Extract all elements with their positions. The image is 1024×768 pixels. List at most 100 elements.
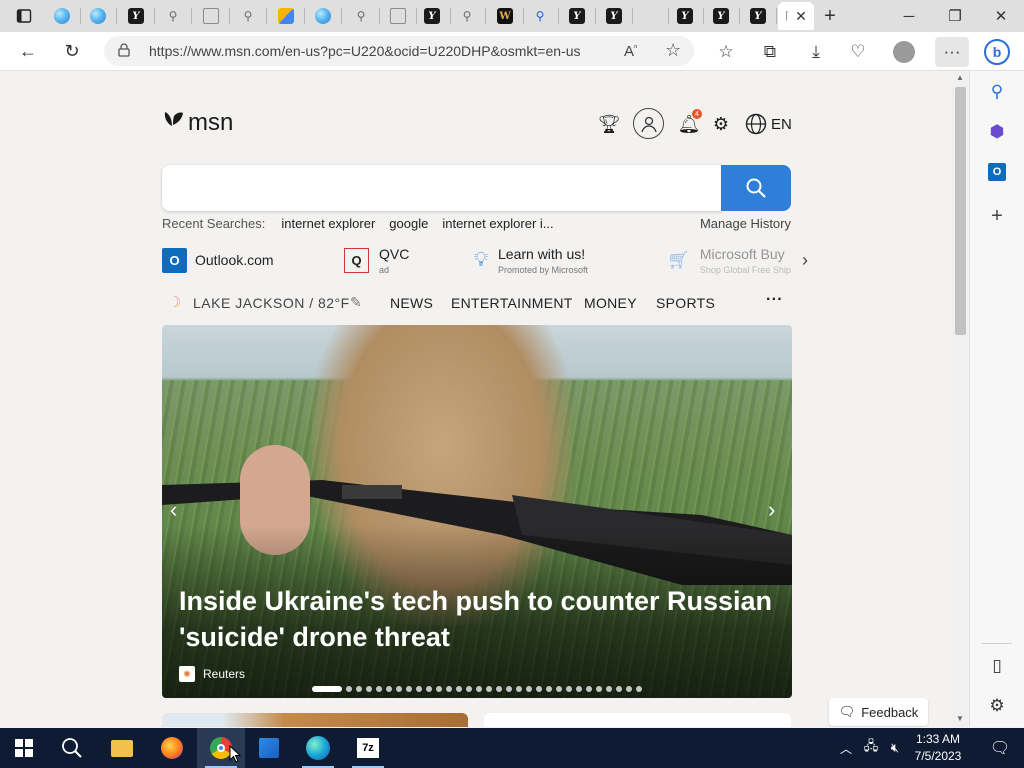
browser-tab[interactable] [268, 2, 304, 30]
sidebar-split-button[interactable]: ▯ [984, 653, 1010, 679]
browser-tab[interactable]: ⚲ [449, 2, 485, 30]
msn-logo[interactable]: msn [162, 109, 233, 137]
browser-tab[interactable]: Y [740, 2, 776, 30]
taskbar-search-button[interactable] [48, 728, 96, 768]
scroll-down-icon[interactable]: ▼ [956, 714, 964, 723]
news-card[interactable] [162, 713, 468, 727]
carousel-dot[interactable] [416, 686, 422, 692]
sidebar-settings-button[interactable]: ⚙ [984, 693, 1010, 719]
minimize-button[interactable]: ─ [886, 0, 932, 32]
page-scrollbar[interactable]: ▲ ▼ [952, 71, 969, 727]
browser-tab[interactable] [80, 2, 116, 30]
scroll-up-icon[interactable]: ▲ [956, 73, 964, 82]
collections-button[interactable]: ⧉ [755, 37, 785, 67]
recent-search-item[interactable]: internet explorer [281, 216, 375, 231]
back-button[interactable]: ← [12, 36, 44, 66]
browser-tab[interactable]: ⚲ [155, 2, 191, 30]
firefox-button[interactable] [148, 728, 196, 768]
carousel-dot[interactable] [496, 686, 502, 692]
recent-search-item[interactable]: internet explorer i... [442, 216, 553, 231]
carousel-dot[interactable] [586, 686, 592, 692]
carousel-dot[interactable] [606, 686, 612, 692]
favorites-button[interactable]: ☆ [711, 37, 741, 67]
carousel-dot[interactable] [366, 686, 372, 692]
settings-and-more-button[interactable]: ··· [935, 37, 969, 67]
sidebar-office-button[interactable]: ⬢ [984, 119, 1010, 145]
store-button[interactable] [245, 728, 293, 768]
quick-link-qvc[interactable]: Q QVC ad [344, 243, 409, 277]
carousel-dot[interactable] [376, 686, 382, 692]
weather-location[interactable]: LAKE JACKSON / 82°F [193, 295, 350, 311]
carousel-dot[interactable] [566, 686, 572, 692]
carousel-dot[interactable] [576, 686, 582, 692]
quick-link-outlook[interactable]: O Outlook.com [162, 243, 274, 277]
browser-tab[interactable]: ⚲ [522, 2, 558, 30]
hero-headline[interactable]: Inside Ukraine's tech push to counter Ru… [179, 583, 779, 655]
rewards-button[interactable]: 🏆︎ [596, 111, 622, 137]
browser-essentials-button[interactable]: ♡ [843, 37, 873, 67]
tab-msn-active[interactable]: ⌈ ✕ [778, 2, 814, 30]
browser-tab[interactable]: Y [596, 2, 632, 30]
profile-button[interactable] [889, 37, 919, 67]
browser-tab[interactable]: Y [559, 2, 595, 30]
nav-news[interactable]: NEWS [390, 295, 433, 311]
nav-money[interactable]: MONEY [584, 295, 637, 311]
carousel-dot[interactable] [466, 686, 472, 692]
carousel-dot[interactable] [446, 686, 452, 692]
carousel-dot[interactable] [436, 686, 442, 692]
recent-search-item[interactable]: google [389, 216, 428, 231]
carousel-dot[interactable] [396, 686, 402, 692]
browser-tab[interactable]: W [487, 2, 523, 30]
browser-tab[interactable]: Y [667, 2, 703, 30]
web-search-input[interactable] [162, 165, 722, 211]
carousel-dot[interactable] [616, 686, 622, 692]
browser-tab[interactable] [305, 2, 341, 30]
carousel-dot[interactable] [356, 686, 362, 692]
refresh-button[interactable]: ↻ [56, 36, 88, 66]
browser-tab[interactable] [193, 2, 229, 30]
edit-pencil-icon[interactable]: ✎ [350, 294, 362, 311]
carousel-dot[interactable] [536, 686, 542, 692]
nav-entertainment[interactable]: ENTERTAINMENT [451, 295, 573, 311]
browser-tab[interactable] [632, 2, 668, 30]
sidebar-outlook-button[interactable]: O [984, 159, 1010, 185]
manage-history-link[interactable]: Manage History [700, 216, 791, 231]
scrollbar-thumb[interactable] [955, 87, 966, 335]
carousel-prev-button[interactable]: ‹ [170, 497, 177, 523]
show-hidden-icons-button[interactable]: ︿ [832, 728, 860, 768]
start-button[interactable] [0, 728, 48, 768]
carousel-next-button[interactable]: › [768, 497, 775, 523]
sidebar-search-button[interactable]: ⚲ [984, 79, 1010, 105]
carousel-dot[interactable] [312, 686, 342, 692]
carousel-dot[interactable] [406, 686, 412, 692]
close-tab-icon[interactable]: ✕ [795, 8, 807, 25]
quick-links-next-button[interactable]: › [802, 243, 808, 277]
hero-source[interactable]: ✺ Reuters [179, 666, 245, 682]
taskbar-clock[interactable]: 1:33 AM 7/5/2023 [906, 731, 970, 765]
carousel-dot[interactable] [346, 686, 352, 692]
carousel-dot[interactable] [456, 686, 462, 692]
tab-actions-button[interactable] [6, 2, 42, 30]
carousel-dot[interactable] [636, 686, 642, 692]
carousel-dot[interactable] [556, 686, 562, 692]
browser-tab[interactable]: Y [118, 2, 154, 30]
browser-tab[interactable]: ⚲ [230, 2, 266, 30]
carousel-dot[interactable] [596, 686, 602, 692]
web-search-button[interactable] [721, 165, 791, 211]
carousel-dot[interactable] [486, 686, 492, 692]
browser-tab[interactable]: ⚲ [343, 2, 379, 30]
browser-tab[interactable] [44, 2, 80, 30]
sign-in-button[interactable] [633, 108, 664, 139]
network-button[interactable]: 🖧︎ [858, 728, 884, 768]
carousel-dot[interactable] [546, 686, 552, 692]
bing-chat-button[interactable]: b [982, 37, 1012, 67]
news-card[interactable] [484, 713, 791, 727]
carousel-dot[interactable] [516, 686, 522, 692]
feedback-button[interactable]: 🗨︎ Feedback [829, 698, 928, 726]
language-button[interactable]: EN [745, 111, 805, 137]
carousel-dot[interactable] [506, 686, 512, 692]
browser-tab[interactable] [380, 2, 416, 30]
quick-link-microsoft-buy[interactable]: 🛒︎ Microsoft Buy Shop Global Free Ship [667, 243, 791, 277]
edge-button[interactable] [294, 728, 342, 768]
carousel-dot[interactable] [526, 686, 532, 692]
